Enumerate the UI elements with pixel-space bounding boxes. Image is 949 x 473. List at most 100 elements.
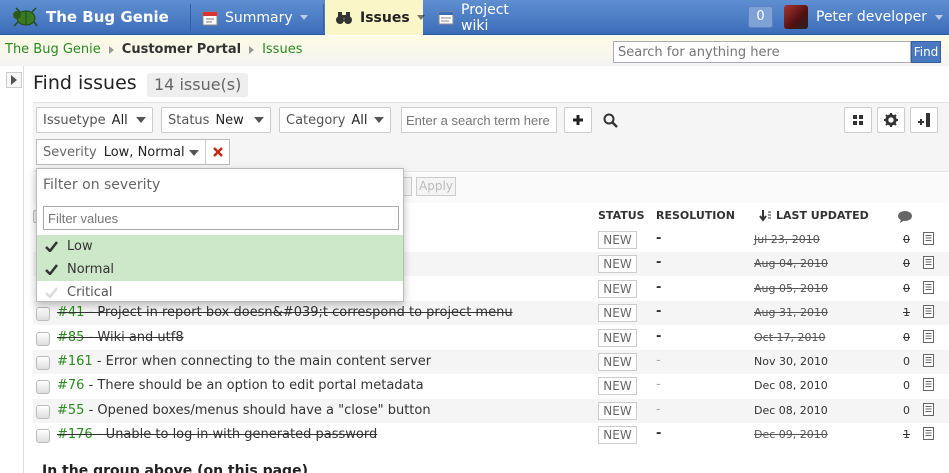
- severity-option-low[interactable]: Low: [37, 235, 403, 258]
- document-icon[interactable]: [923, 354, 934, 367]
- row-checkbox[interactable]: [36, 331, 50, 346]
- issue-number[interactable]: #176: [57, 427, 93, 442]
- issue-title[interactable]: - There should be an option to edit port…: [84, 378, 424, 393]
- last-updated-value: Jul 23, 2010: [754, 233, 820, 246]
- document-icon[interactable]: [923, 378, 934, 392]
- severity-option-normal[interactable]: Normal: [37, 258, 403, 281]
- category-filter[interactable]: Category All: [279, 107, 391, 133]
- status-filter[interactable]: Status New: [161, 107, 271, 133]
- issue-search-input[interactable]: [401, 107, 557, 133]
- tab-summary[interactable]: Summary: [192, 0, 320, 35]
- grouping-button[interactable]: [844, 107, 872, 133]
- row-checkbox[interactable]: [36, 380, 50, 395]
- breadcrumb-issues[interactable]: Issues: [262, 42, 302, 57]
- last-updated-value: Dec 08, 2010: [754, 403, 828, 417]
- issue-title[interactable]: - Error when connecting to the main cont…: [93, 354, 431, 369]
- export-button[interactable]: [910, 107, 938, 133]
- app-name: The Bug Genie: [46, 8, 169, 26]
- column-header-last-updated[interactable]: LAST UPDATED: [759, 209, 869, 222]
- severity-option-critical[interactable]: Critical: [37, 281, 403, 304]
- chevron-down-icon: [254, 117, 264, 123]
- column-header-status[interactable]: STATUS: [598, 209, 645, 222]
- option-label: Critical: [67, 285, 113, 300]
- comment-count: 0: [903, 379, 910, 393]
- chevron-down-icon[interactable]: [416, 15, 425, 20]
- resolution-value: -: [656, 353, 661, 368]
- remove-filter-button[interactable]: [205, 140, 230, 164]
- user-menu[interactable]: Peter developer: [784, 4, 943, 30]
- issue-title[interactable]: - Unable to log in with generated passwo…: [93, 427, 377, 442]
- row-checkbox[interactable]: [36, 307, 50, 322]
- issue-number[interactable]: #161: [57, 354, 93, 369]
- breadcrumb-project[interactable]: Customer Portal: [122, 42, 241, 57]
- issue-title[interactable]: - Opened boxes/menus should have a "clos…: [84, 403, 431, 418]
- table-row[interactable]: #41 - Project in report box doesn&#039;t…: [33, 301, 949, 326]
- document-icon[interactable]: [923, 427, 934, 441]
- breadcrumb-home[interactable]: The Bug Genie: [5, 42, 101, 57]
- filter-label: Severity: [43, 144, 97, 160]
- tab-issues-label: Issues: [360, 9, 410, 26]
- tab-project-wiki-label: Project wiki: [461, 1, 509, 34]
- filter-label: Issuetype: [43, 112, 106, 128]
- row-checkbox[interactable]: [36, 429, 50, 444]
- checkmark-icon: [45, 287, 61, 298]
- tab-issues[interactable]: Issues: [325, 0, 425, 35]
- row-checkbox[interactable]: [36, 356, 50, 370]
- document-icon[interactable]: [923, 232, 934, 245]
- issue-title[interactable]: - Wiki and utf8: [84, 330, 184, 345]
- issue-summary[interactable]: #55 - Opened boxes/menus should have a "…: [57, 403, 431, 418]
- document-icon[interactable]: [923, 402, 934, 416]
- table-row[interactable]: #76 - There should be an option to edit …: [33, 374, 949, 398]
- issue-summary[interactable]: #161 - Error when connecting to the main…: [57, 354, 431, 369]
- comment-count: 0: [903, 330, 910, 344]
- issue-summary[interactable]: #85 - Wiki and utf8: [57, 330, 184, 345]
- issue-number[interactable]: #76: [57, 378, 84, 393]
- filter-value: All: [111, 112, 128, 128]
- issue-summary[interactable]: #176 - Unable to log in with generated p…: [57, 427, 377, 442]
- document-icon[interactable]: [923, 329, 934, 343]
- issue-title[interactable]: - Project in report box doesn&#039;t cor…: [84, 305, 513, 320]
- issue-number[interactable]: #85: [57, 330, 84, 345]
- notifications-badge[interactable]: 0: [748, 6, 773, 28]
- filter-values-input[interactable]: [43, 206, 399, 230]
- table-row[interactable]: #55 - Opened boxes/menus should have a "…: [33, 398, 949, 423]
- resolution-value: -: [656, 231, 662, 246]
- app-brand[interactable]: The Bug Genie: [12, 5, 169, 29]
- add-filter-button[interactable]: [564, 107, 592, 133]
- find-button[interactable]: Find: [911, 41, 941, 63]
- issuetype-filter[interactable]: Issuetype All: [36, 107, 153, 133]
- binoculars-icon: [335, 11, 353, 25]
- chevron-down-icon[interactable]: [934, 14, 943, 20]
- document-icon[interactable]: [923, 280, 934, 294]
- severity-filter[interactable]: Severity Low, Normal: [36, 139, 230, 165]
- comment-count: 0: [903, 355, 910, 368]
- status-badge: NEW: [598, 255, 637, 274]
- table-row[interactable]: #176 - Unable to log in with generated p…: [33, 423, 949, 447]
- chevron-down-icon[interactable]: [299, 15, 308, 20]
- sidebar-toggle[interactable]: [6, 72, 22, 88]
- settings-button[interactable]: [877, 107, 905, 133]
- tab-project-wiki[interactable]: Project wiki: [428, 0, 548, 35]
- row-checkbox[interactable]: [36, 404, 50, 419]
- breadcrumb-arrow-icon: [249, 45, 255, 54]
- last-updated-value: Aug 04, 2010: [754, 257, 828, 271]
- issue-summary[interactable]: #41 - Project in report box doesn&#039;t…: [57, 305, 513, 320]
- issue-summary[interactable]: #76 - There should be an option to edit …: [57, 378, 424, 393]
- document-icon[interactable]: [923, 305, 934, 319]
- global-search-input[interactable]: [613, 41, 911, 63]
- column-header-resolution[interactable]: RESOLUTION: [656, 209, 735, 222]
- resolution-value: -: [656, 279, 662, 295]
- status-badge: NEW: [598, 377, 637, 396]
- table-row[interactable]: #161 - Error when connecting to the main…: [33, 350, 949, 374]
- table-row[interactable]: #85 - Wiki and utf8 NEW - Oct 17, 2010 0: [33, 326, 949, 350]
- checkmark-icon: [45, 241, 61, 252]
- issue-number[interactable]: #41: [57, 305, 84, 320]
- chevron-down-icon: [189, 150, 199, 156]
- breadcrumb: The Bug Genie Customer Portal Issues: [5, 42, 302, 57]
- document-icon[interactable]: [923, 256, 934, 270]
- plus-icon: [572, 114, 584, 126]
- last-updated-value: Aug 31, 2010: [754, 306, 828, 320]
- apply-button[interactable]: Apply: [416, 177, 456, 196]
- search-button[interactable]: [596, 107, 624, 133]
- issue-number[interactable]: #55: [57, 403, 84, 418]
